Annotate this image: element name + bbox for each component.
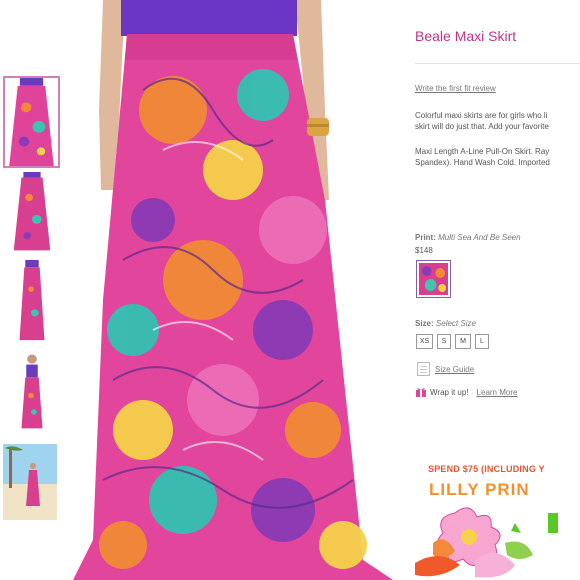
size-label-text: Size:	[415, 319, 434, 328]
thumbnail-2[interactable]	[8, 172, 56, 254]
promo-line-2: LILLY PRIN	[429, 480, 530, 499]
product-main-image	[63, 0, 410, 580]
description-line-2: skirt will do just that. Add your favori…	[415, 122, 549, 131]
print-swatch[interactable]	[416, 260, 451, 298]
print-value: Multi Sea And Be Seen	[438, 233, 521, 242]
size-value: Select Size	[435, 319, 476, 328]
size-guide-icon	[417, 362, 430, 376]
description-line-1: Colorful maxi skirts are for girls who l…	[415, 111, 548, 120]
wrap-label: Wrap it up!	[430, 387, 469, 397]
gift-icon	[416, 387, 426, 397]
promo-banner[interactable]: SPEND $75 (INCLUDING Y LILLY PRIN	[415, 455, 580, 580]
product-page: Beale Maxi Skirt Write the first fit rev…	[0, 0, 580, 580]
thumbnail-5[interactable]	[3, 444, 57, 520]
print-label: Print: Multi Sea And Be Seen	[415, 233, 521, 242]
write-review-link[interactable]: Write the first fit review	[415, 84, 496, 93]
learn-more-link[interactable]: Learn More	[477, 388, 518, 397]
thumbnail-1[interactable]	[3, 76, 60, 168]
size-guide-link[interactable]: Size Guide	[435, 365, 474, 374]
size-l-button[interactable]: L	[475, 334, 489, 349]
print-label-text: Print:	[415, 233, 436, 242]
promo-line-1: SPEND $75 (INCLUDING Y	[428, 464, 545, 474]
thumbnail-3[interactable]	[8, 260, 56, 342]
size-guide[interactable]: Size Guide	[417, 362, 474, 376]
gift-wrap: Wrap it up! Learn More	[416, 387, 517, 397]
size-m-button[interactable]: M	[455, 334, 471, 349]
description-line-4: Spandex). Hand Wash Cold. Imported	[415, 158, 550, 167]
product-title: Beale Maxi Skirt	[415, 28, 517, 44]
description-line-3: Maxi Length A-Line Pull-On Skirt. Ray	[415, 147, 550, 156]
divider	[415, 63, 580, 64]
thumbnail-4[interactable]	[8, 350, 56, 432]
price: $148	[415, 246, 433, 255]
size-xs-button[interactable]: XS	[416, 334, 433, 349]
size-selector: XS S M L	[416, 334, 489, 349]
promo-shop-button[interactable]	[548, 513, 558, 533]
size-s-button[interactable]: S	[437, 334, 451, 349]
size-label: Size: Select Size	[415, 319, 476, 328]
